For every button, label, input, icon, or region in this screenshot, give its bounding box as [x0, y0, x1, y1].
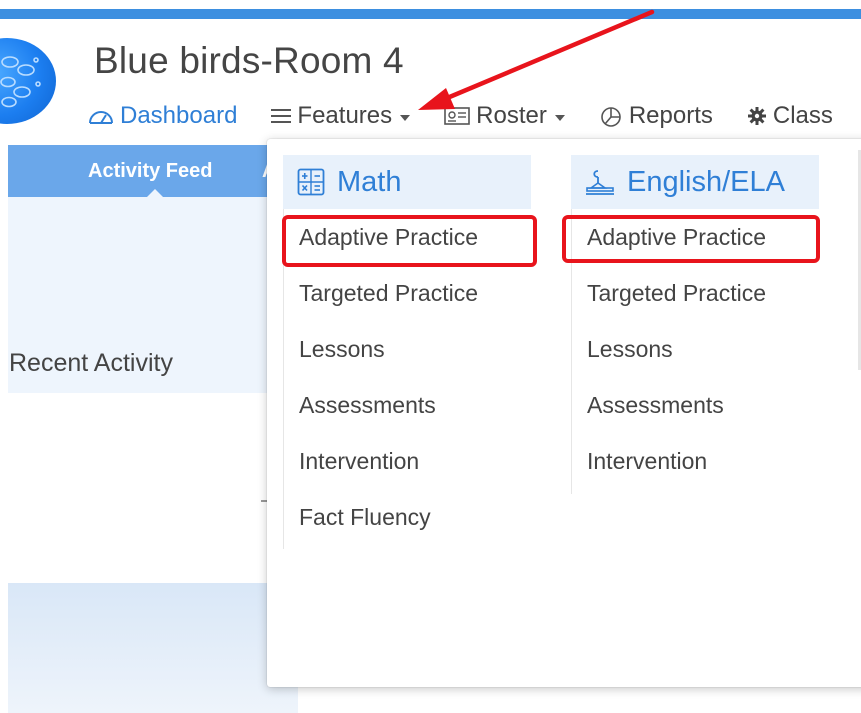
menu-lines-icon	[271, 108, 292, 124]
nav-reports[interactable]: Reports	[599, 102, 713, 130]
top-nav: Dashboard Features Roster Reports Class	[88, 101, 861, 131]
room-title: Blue birds-Room 4	[94, 40, 404, 81]
math-targeted-practice[interactable]: Targeted Practice	[283, 265, 531, 321]
math-intervention[interactable]: Intervention	[283, 433, 531, 489]
reading-lamp-icon	[585, 168, 615, 196]
ela-targeted-practice[interactable]: Targeted Practice	[571, 265, 819, 321]
gauge-icon	[88, 106, 114, 126]
top-strip	[0, 9, 861, 19]
calculator-icon	[297, 168, 325, 196]
fish-pattern-icon	[0, 56, 41, 108]
ela-assessments[interactable]: Assessments	[571, 377, 819, 433]
nav-class-label: Class	[772, 102, 833, 129]
id-card-icon	[444, 106, 470, 126]
pie-chart-icon	[599, 105, 623, 127]
nav-dashboard[interactable]: Dashboard	[88, 102, 237, 130]
nav-features[interactable]: Features	[271, 102, 411, 130]
ela-intervention[interactable]: Intervention	[571, 433, 819, 489]
math-fact-fluency[interactable]: Fact Fluency	[283, 489, 531, 545]
math-assessments[interactable]: Assessments	[283, 377, 531, 433]
math-column: Math Adaptive Practice Targeted Practice…	[283, 155, 531, 545]
active-tab-indicator	[146, 189, 164, 198]
annotation-highlight-math	[282, 215, 537, 267]
nav-dashboard-label: Dashboard	[120, 102, 238, 129]
tab-activity-feed[interactable]: Activity Feed	[88, 160, 212, 183]
annotation-highlight-ela	[562, 215, 820, 263]
nav-features-label: Features	[297, 102, 393, 129]
nav-class[interactable]: Class	[747, 102, 833, 130]
chevron-down-icon	[400, 115, 411, 121]
nav-reports-label: Reports	[628, 102, 713, 129]
math-lessons[interactable]: Lessons	[283, 321, 531, 377]
math-title: Math	[337, 165, 402, 198]
ela-column: English/ELA Adaptive Practice Targeted P…	[571, 155, 819, 489]
ela-title: English/ELA	[627, 165, 785, 198]
background-panel	[8, 583, 298, 713]
chevron-down-icon	[554, 115, 565, 121]
nav-roster-label: Roster	[476, 102, 547, 129]
recent-activity-heading: Recent Activity	[9, 349, 173, 377]
math-header[interactable]: Math	[283, 155, 531, 209]
activity-card	[8, 393, 298, 583]
ela-lessons[interactable]: Lessons	[571, 321, 819, 377]
page: Blue birds-Room 4 Dashboard Features Ros…	[0, 0, 861, 713]
gear-icon	[747, 106, 767, 126]
ela-header[interactable]: English/ELA	[571, 155, 819, 209]
class-avatar[interactable]	[0, 38, 56, 124]
nav-roster[interactable]: Roster	[444, 102, 565, 130]
